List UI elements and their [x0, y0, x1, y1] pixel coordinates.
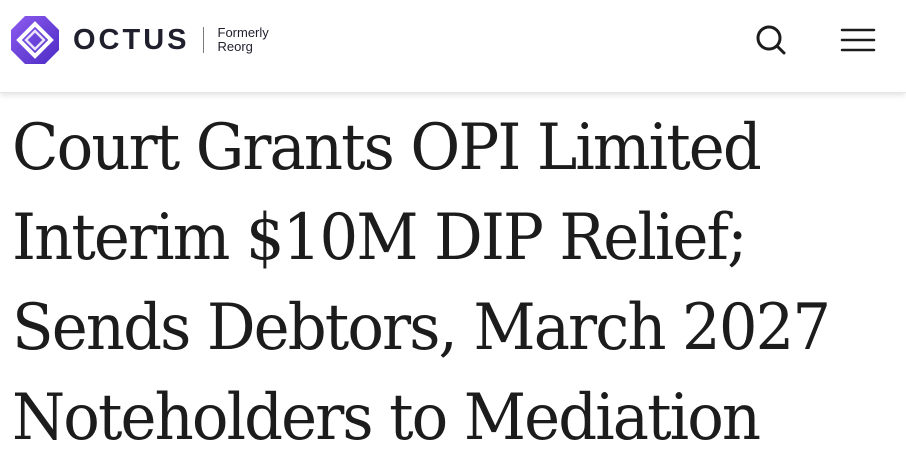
headline-line: Noteholders to Mediation [12, 381, 761, 455]
hamburger-menu-icon [840, 28, 876, 52]
former-brand-name: Reorg [217, 39, 253, 54]
formerly-label: Formerly [217, 25, 269, 40]
article-headline: Court Grants OPI Limited Interim $10M DI… [12, 103, 848, 463]
octus-logo-link[interactable]: OCTUS Formerly Reorg [10, 14, 269, 66]
logo-formerly-text: Formerly Reorg [218, 26, 269, 54]
logo-divider [202, 27, 204, 53]
octus-logo-icon [11, 16, 59, 64]
search-button[interactable] [752, 22, 790, 58]
headline-line: Interim $10M DIP Relief; [12, 201, 748, 275]
logo-wordmark: OCTUS [73, 23, 190, 56]
headline-line: Sends Debtors, March 2027 [12, 291, 831, 365]
search-icon [756, 25, 786, 55]
menu-button[interactable] [838, 24, 878, 56]
site-header: OCTUS Formerly Reorg [0, 0, 906, 93]
headline-line: Court Grants OPI Limited [12, 111, 762, 185]
